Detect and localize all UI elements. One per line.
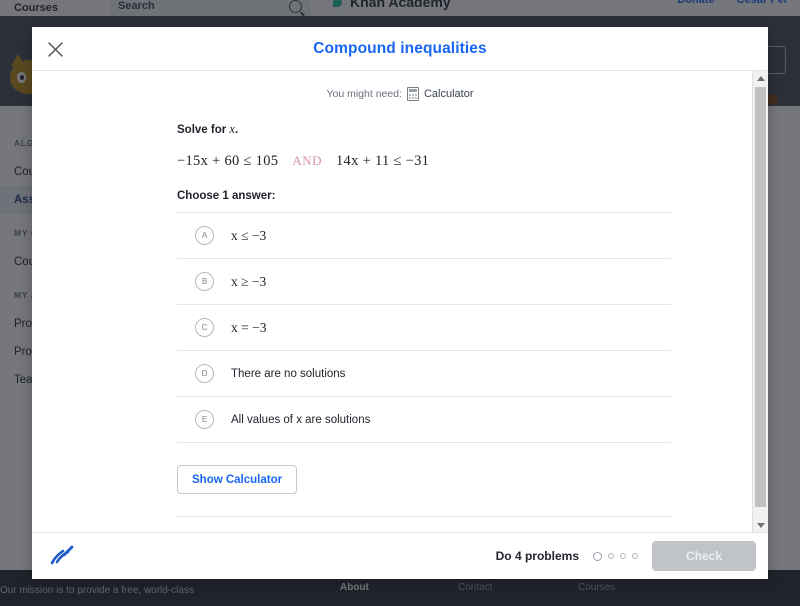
modal-header: Compound inequalities [32, 27, 768, 71]
progress-dot-1 [593, 551, 602, 561]
answer-choice-c[interactable]: C x = −3 [177, 305, 671, 351]
choice-label-d: There are no solutions [231, 367, 346, 380]
inequality-connector: AND [292, 153, 322, 168]
choice-label-b: x ≥ −3 [231, 273, 267, 289]
inequality-left: −15x + 60 ≤ 105 [177, 153, 279, 169]
progress-dot-3 [620, 553, 626, 559]
show-calculator-button[interactable]: Show Calculator [177, 465, 298, 494]
inequality-right: 14x + 11 ≤ −31 [336, 153, 430, 169]
page-title: Compound inequalities [313, 39, 487, 57]
answer-choice-e[interactable]: E All values of x are solutions [177, 397, 671, 443]
choice-bubble-b: B [195, 272, 214, 291]
inequality-expression: −15x + 60 ≤ 105 AND 14x + 11 ≤ −31 [177, 153, 768, 170]
choice-label-c: x = −3 [231, 319, 267, 335]
problem-prompt-period: . [234, 124, 239, 136]
scratchpad-pencil-icon[interactable] [48, 543, 76, 569]
answer-choice-a[interactable]: A x ≤ −3 [177, 213, 671, 259]
choice-bubble-d: D [195, 364, 214, 383]
modal-footer: Do 4 problems Check [32, 532, 768, 579]
problem-area: Solve for x. −15x + 60 ≤ 105 AND 14x + 11 … [32, 122, 768, 532]
progress-label: Do 4 problems [495, 549, 579, 563]
stuck-hint-link[interactable]: Stuck? Review related articles/videos or… [177, 531, 445, 532]
choice-bubble-a: A [195, 226, 214, 245]
check-button[interactable]: Check [652, 541, 756, 571]
report-problem-link[interactable]: Report a problem [590, 531, 671, 532]
choice-bubble-c: C [195, 318, 214, 337]
screen: Courses Search Khan Academy Donate Cesar… [0, 0, 800, 606]
progress-dots [593, 551, 638, 561]
modal-footer-right: Do 4 problems Check [496, 541, 756, 571]
modal-body: You might need: Calculator Solve for x. … [32, 71, 768, 532]
problem-prompt-text: Solve for [177, 124, 230, 136]
choose-answer-label: Choose 1 answer: [177, 190, 276, 202]
you-might-need-label: You might need: [326, 88, 402, 100]
scroll-down-arrow-icon[interactable] [753, 518, 768, 532]
answer-choices-list: A x ≤ −3 B x ≥ −3 C x = −3 D There are n… [177, 212, 671, 443]
close-icon[interactable] [42, 36, 68, 62]
choice-bubble-e: E [195, 410, 214, 429]
answer-choice-d[interactable]: D There are no solutions [177, 351, 671, 397]
scroll-up-arrow-icon[interactable] [753, 71, 768, 85]
progress-dot-2 [608, 553, 614, 559]
exercise-modal: Compound inequalities You might need: Ca… [32, 27, 768, 579]
answer-choice-b[interactable]: B x ≥ −3 [177, 259, 671, 305]
calculator-icon [406, 87, 419, 101]
choice-label-a: x ≤ −3 [231, 227, 267, 243]
problem-prompt: Solve for x. [177, 122, 768, 137]
hint-row: Stuck? Review related articles/videos or… [177, 531, 671, 532]
you-might-need-row: You might need: Calculator [32, 71, 768, 101]
calculator-label: Calculator [423, 88, 474, 100]
modal-scrollbar[interactable] [752, 71, 768, 532]
hint-divider [177, 516, 671, 517]
progress-dot-4 [632, 553, 638, 559]
choice-label-e: All values of x are solutions [231, 413, 371, 426]
scrollbar-thumb[interactable] [755, 87, 766, 507]
